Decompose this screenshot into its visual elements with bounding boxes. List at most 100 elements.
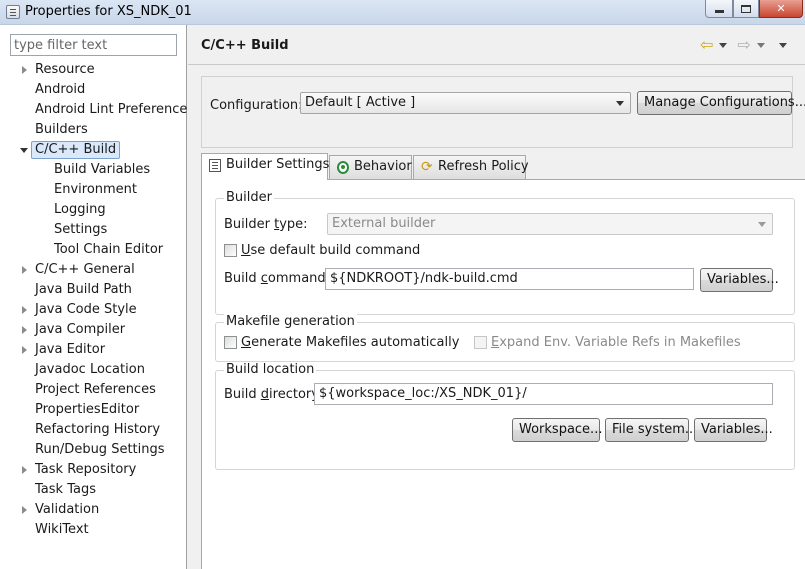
tree-item-tool-chain-editor[interactable]: Tool Chain Editor: [0, 240, 187, 260]
tree-item-java-build-path[interactable]: Java Build Path: [0, 280, 187, 300]
tree-item-java-code-style[interactable]: Java Code Style: [0, 300, 187, 320]
chevron-down-icon: [616, 101, 624, 106]
minimize-button[interactable]: [705, 0, 733, 18]
list-icon: [209, 159, 221, 172]
tree-item-c-c-build[interactable]: C/C++ Build: [0, 140, 187, 160]
tree-item-label: Build Variables: [54, 162, 151, 177]
group-title: Builder: [224, 190, 274, 205]
tree-item-label: Android: [35, 82, 86, 97]
back-history-dropdown-icon[interactable]: [719, 42, 728, 48]
property-page-content: C/C++ Build ⇦ ⇨ Configuration: Default […: [188, 25, 805, 569]
tree-item-label: Resource: [35, 62, 95, 77]
expand-right-icon[interactable]: [22, 66, 27, 74]
expand-right-icon[interactable]: [22, 466, 27, 474]
forward-history-dropdown-icon[interactable]: [756, 42, 765, 48]
tab-behavior[interactable]: Behavior: [329, 155, 412, 179]
build-command-label: Build command:: [224, 271, 331, 286]
tree-item-label: Project References: [35, 382, 156, 397]
build-directory-input[interactable]: ${workspace_loc:/XS_NDK_01}/: [314, 383, 773, 405]
builder-type-select[interactable]: External builder: [327, 213, 773, 235]
checkbox-label: Use default build command: [241, 243, 421, 258]
use-default-build-command-checkbox[interactable]: Use default build command: [224, 243, 420, 258]
tab-refresh-policy[interactable]: ⟳ Refresh Policy: [413, 155, 529, 179]
expand-right-icon[interactable]: [22, 306, 27, 314]
tree-item-wikitext[interactable]: WikiText: [0, 520, 187, 540]
close-icon: ✕: [776, 2, 786, 15]
tree-item-task-repository[interactable]: Task Repository: [0, 460, 187, 480]
refresh-icon: ⟳: [421, 159, 433, 175]
tree-item-build-variables[interactable]: Build Variables: [0, 160, 187, 180]
view-menu-icon[interactable]: [778, 42, 787, 48]
tree-item-resource[interactable]: Resource: [0, 60, 187, 80]
maximize-button[interactable]: [733, 0, 759, 18]
tree-item-label: Logging: [54, 202, 106, 217]
property-page-navigator: Resource Android Android Lint Preferences B…: [0, 25, 194, 569]
tree-item-label: Builders: [35, 122, 88, 137]
configuration-panel: Configuration: Default [ Active ] Manage…: [201, 76, 805, 148]
manage-configurations-button[interactable]: Manage Configurations...: [637, 91, 805, 115]
checkbox-label: Expand Env. Variable Refs in Makefiles: [491, 335, 741, 350]
tree-item-android-lint-preferences[interactable]: Android Lint Preferences: [0, 100, 194, 120]
makefile-generation-group: Makefile generation Generate Makefiles a…: [215, 314, 795, 362]
tree-item-java-compiler[interactable]: Java Compiler: [0, 320, 187, 340]
checkbox-box[interactable]: [224, 244, 237, 257]
tab-label: Refresh Policy: [438, 159, 529, 174]
tab-builder-settings[interactable]: Builder Settings: [201, 153, 329, 180]
tree-item-propertieseditor[interactable]: PropertiesEditor: [0, 400, 187, 420]
tree-item-label: Android Lint Preferences: [35, 102, 195, 117]
tree-item-logging[interactable]: Logging: [0, 200, 187, 220]
tree-item-builders[interactable]: Builders: [0, 120, 187, 140]
expand-right-icon[interactable]: [22, 326, 27, 334]
back-arrow-icon[interactable]: ⇦: [700, 37, 713, 53]
page-title: C/C++ Build: [201, 38, 289, 53]
tree-item-project-references[interactable]: Project References: [0, 380, 187, 400]
builder-type-label: Builder type:: [224, 217, 308, 232]
forward-arrow-icon[interactable]: ⇨: [737, 37, 750, 53]
expand-down-icon[interactable]: [20, 148, 28, 153]
minimize-icon: [714, 10, 724, 13]
close-button[interactable]: ✕: [759, 0, 803, 18]
tree-item-android[interactable]: Android: [0, 80, 187, 100]
expand-right-icon[interactable]: [22, 506, 27, 514]
group-title: Build location: [224, 362, 317, 377]
tree-item-java-editor[interactable]: Java Editor: [0, 340, 187, 360]
workspace-button[interactable]: Workspace...: [512, 418, 602, 442]
file-system-button[interactable]: File system...: [605, 418, 697, 442]
tree-item-c-c-general[interactable]: C/C++ General: [0, 260, 187, 280]
checkbox-label: Generate Makefiles automatically: [241, 335, 460, 350]
location-variables-button[interactable]: Variables...: [694, 418, 773, 442]
expand-right-icon[interactable]: [22, 346, 27, 354]
configuration-select[interactable]: Default [ Active ]: [300, 92, 631, 114]
tree-item-javadoc-location[interactable]: Javadoc Location: [0, 360, 187, 380]
expand-env-variable-refs-checkbox[interactable]: Expand Env. Variable Refs in Makefiles: [474, 335, 741, 350]
builder-type-value: External builder: [332, 216, 436, 231]
tree-item-task-tags[interactable]: Task Tags: [0, 480, 187, 500]
build-command-input[interactable]: ${NDKROOT}/ndk-build.cmd: [325, 268, 694, 290]
tree-item-refactoring-history[interactable]: Refactoring History: [0, 420, 187, 440]
generate-makefiles-checkbox[interactable]: Generate Makefiles automatically: [224, 335, 459, 350]
properties-window-icon: [6, 5, 20, 19]
checkbox-box[interactable]: [224, 336, 237, 349]
tree-item-settings[interactable]: Settings: [0, 220, 187, 240]
tree-item-label: Environment: [54, 182, 138, 197]
tree-item-label: Javadoc Location: [35, 362, 145, 377]
tree-item-label: C/C++ General: [35, 262, 135, 277]
maximize-icon: [741, 4, 751, 13]
builder-variables-button[interactable]: Variables...: [700, 268, 779, 292]
tab-label: Behavior: [354, 159, 412, 174]
tree-item-label: Task Repository: [35, 462, 137, 477]
tree-item-validation[interactable]: Validation: [0, 500, 187, 520]
tree-item-label: Tool Chain Editor: [54, 242, 164, 257]
tree-item-label: Run/Debug Settings: [35, 442, 165, 457]
tree-item-label: Validation: [35, 502, 100, 517]
checkbox-box[interactable]: [474, 336, 487, 349]
filter-input[interactable]: [10, 34, 177, 56]
builder-group: Builder Builder type: External builder U…: [215, 190, 795, 315]
tree-item-environment[interactable]: Environment: [0, 180, 187, 200]
title-separator: [188, 64, 805, 65]
tree-item-run-debug-settings[interactable]: Run/Debug Settings: [0, 440, 187, 460]
window-title: Properties for XS_NDK_01: [25, 4, 192, 19]
expand-right-icon[interactable]: [22, 266, 27, 274]
property-page-tree: Resource Android Android Lint Preferences B…: [0, 60, 194, 540]
page-navigation: ⇦ ⇨: [700, 37, 795, 53]
